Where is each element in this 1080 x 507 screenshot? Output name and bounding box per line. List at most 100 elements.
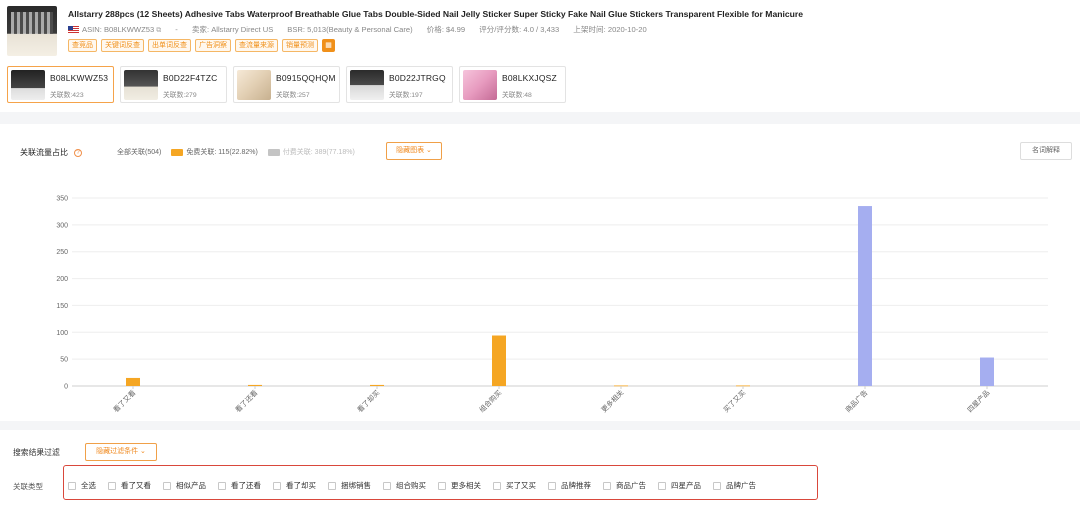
filter-option[interactable]: 看了却买 (273, 480, 316, 491)
checkbox[interactable] (438, 481, 446, 490)
bar[interactable] (126, 377, 140, 386)
checkbox[interactable] (383, 481, 391, 490)
x-tick-label: 买了又买 (722, 389, 747, 414)
asin-related-count: 关联数:48 (502, 92, 532, 99)
filter-title: 搜索结果过滤 (13, 448, 60, 457)
checkbox[interactable] (328, 481, 336, 490)
x-tick-label: 看了却买 (355, 388, 381, 414)
filter-option-label: 品牌推荐 (561, 481, 591, 490)
checkbox[interactable] (493, 481, 501, 490)
y-tick-label: 50 (60, 357, 68, 364)
asin-thumbnail (463, 70, 497, 100)
filter-option[interactable]: 看了又看 (108, 480, 151, 491)
asin-related-count: 关联数:197 (389, 92, 423, 99)
x-tick-label: 看了又看 (112, 389, 137, 414)
asin-card[interactable]: B0915QQHQM 关联数:257 (233, 66, 340, 103)
filter-panel: 搜索结果过滤 隐藏过滤条件 ⌄ 关联类型 全选 看了又看 相似产品 看了还看 看了却买 捆… (0, 430, 1080, 507)
checkbox[interactable] (548, 481, 556, 490)
product-meta: ASIN: B08LKWWZ53 ⧉ - 卖家: Allstarry Direc… (68, 24, 647, 35)
checkbox[interactable] (273, 481, 281, 490)
asin-code: B08LKXJQSZ (502, 73, 557, 83)
filter-option[interactable]: 相似产品 (163, 480, 206, 491)
filter-option[interactable]: 组合购买 (383, 480, 426, 491)
checkbox[interactable] (218, 481, 226, 490)
asin-thumbnail (124, 70, 158, 100)
filter-option-label: 商品广告 (616, 481, 646, 490)
price-text: 价格: $4.99 (426, 25, 466, 34)
bar[interactable] (248, 384, 262, 386)
filter-option[interactable]: 商品广告 (603, 480, 646, 491)
asin-thumbnail (237, 70, 271, 100)
tag-sales-forecast[interactable]: 销量预测 (282, 39, 318, 52)
filter-option[interactable]: 品牌推荐 (548, 480, 591, 491)
rating-text: 评分/评分数: 4.0 / 3,433 (479, 25, 560, 34)
filter-option-label: 更多相关 (451, 481, 481, 490)
seller-text: 卖家: Allstarry Direct US (191, 25, 274, 34)
y-tick-label: 200 (56, 276, 68, 283)
filter-option[interactable]: 捆绑销售 (328, 480, 371, 491)
y-tick-label: 350 (56, 196, 68, 203)
action-tags: 查竞品 关键词反查 出单词反查 广告洞察 查流量来源 销量预测 ▦ (68, 39, 335, 52)
filter-option-label: 品牌广告 (726, 481, 756, 490)
asin-variant-list: B08LKWWZ53 关联数:423 B0D22F4TZC 关联数:279 B0… (7, 66, 566, 103)
bar[interactable] (858, 206, 872, 386)
filter-option-label: 看了又看 (121, 481, 151, 490)
association-chart-panel: 关联流量占比? 全部关联(504) 免费关联: 115(22.82%) 付费关联… (0, 124, 1080, 421)
asin-card[interactable]: B08LKXJQSZ 关联数:48 (459, 66, 566, 103)
asin-card[interactable]: B08LKWWZ53 关联数:423 (7, 66, 114, 103)
checkbox[interactable] (68, 481, 76, 490)
meta-dash: - (175, 25, 178, 34)
y-tick-label: 100 (56, 330, 68, 337)
tag-competitors[interactable]: 查竞品 (68, 39, 97, 52)
y-tick-label: 150 (56, 303, 68, 310)
asin-card[interactable]: B0D22JTRGQ 关联数:197 (346, 66, 453, 103)
bar[interactable] (370, 384, 384, 386)
asin-thumbnail (11, 70, 45, 100)
filter-option[interactable]: 看了还看 (218, 480, 261, 491)
filter-option-label: 相似产品 (176, 481, 206, 490)
tag-order-keyword-reverse[interactable]: 出单词反查 (148, 39, 191, 52)
checkbox[interactable] (163, 481, 171, 490)
checkbox[interactable] (658, 481, 666, 490)
x-tick-label: 商品广告 (843, 388, 869, 414)
filter-option[interactable]: 四星产品 (658, 480, 701, 491)
checkbox[interactable] (603, 481, 611, 490)
chevron-down-icon: ⌄ (140, 448, 146, 455)
product-thumbnail[interactable] (7, 6, 57, 56)
filter-option[interactable]: 品牌广告 (713, 480, 756, 491)
association-type-label: 关联类型 (13, 482, 43, 491)
tag-traffic-source[interactable]: 查流量来源 (235, 39, 278, 52)
checkbox[interactable] (108, 481, 116, 490)
checkbox[interactable] (713, 481, 721, 490)
asin-code: B0D22F4TZC (163, 73, 218, 83)
calendar-icon[interactable]: ▦ (322, 39, 335, 52)
bsr-text: BSR: 5,013(Beauty & Personal Care) (287, 25, 413, 34)
us-flag-icon (68, 26, 79, 33)
product-title[interactable]: Allstarry 288pcs (12 Sheets) Adhesive Ta… (68, 9, 803, 19)
bar-chart: 0 50 100 150 200 250 300 350 看了又看 看了还看 看了却买 组合购买 更多相… (56, 196, 1048, 414)
bar[interactable] (980, 357, 994, 386)
filter-option-label: 四星产品 (671, 481, 701, 490)
y-tick-label: 250 (56, 249, 68, 256)
tag-ad-insight[interactable]: 广告洞察 (195, 39, 231, 52)
y-tick-label: 300 (56, 222, 68, 229)
filter-option-label: 组合购买 (396, 481, 426, 490)
y-tick-label: 0 (64, 384, 68, 391)
hide-filter-button[interactable]: 隐藏过滤条件 ⌄ (85, 443, 157, 461)
filter-option[interactable]: 买了又买 (493, 480, 536, 491)
hide-filter-label: 隐藏过滤条件 (96, 448, 139, 455)
bar[interactable] (492, 335, 506, 386)
launch-date-text: 上架时间: 2020-10-20 (573, 25, 647, 34)
asin-text[interactable]: ASIN: B08LKWWZ53 (82, 25, 154, 34)
filter-option-label: 全选 (81, 481, 96, 490)
asin-card[interactable]: B0D22F4TZC 关联数:279 (120, 66, 227, 103)
tag-keyword-reverse[interactable]: 关键词反查 (101, 39, 144, 52)
x-tick-label: 组合购买 (477, 388, 503, 414)
filter-option[interactable]: 全选 (68, 480, 96, 491)
asin-related-count: 关联数:279 (163, 92, 197, 99)
filter-option[interactable]: 更多相关 (438, 480, 481, 491)
external-link-icon[interactable]: ⧉ (156, 27, 161, 34)
filter-option-label: 看了还看 (231, 481, 261, 490)
asin-related-count: 关联数:423 (50, 92, 84, 99)
asin-meta: ASIN: B08LKWWZ53 ⧉ (68, 25, 161, 35)
